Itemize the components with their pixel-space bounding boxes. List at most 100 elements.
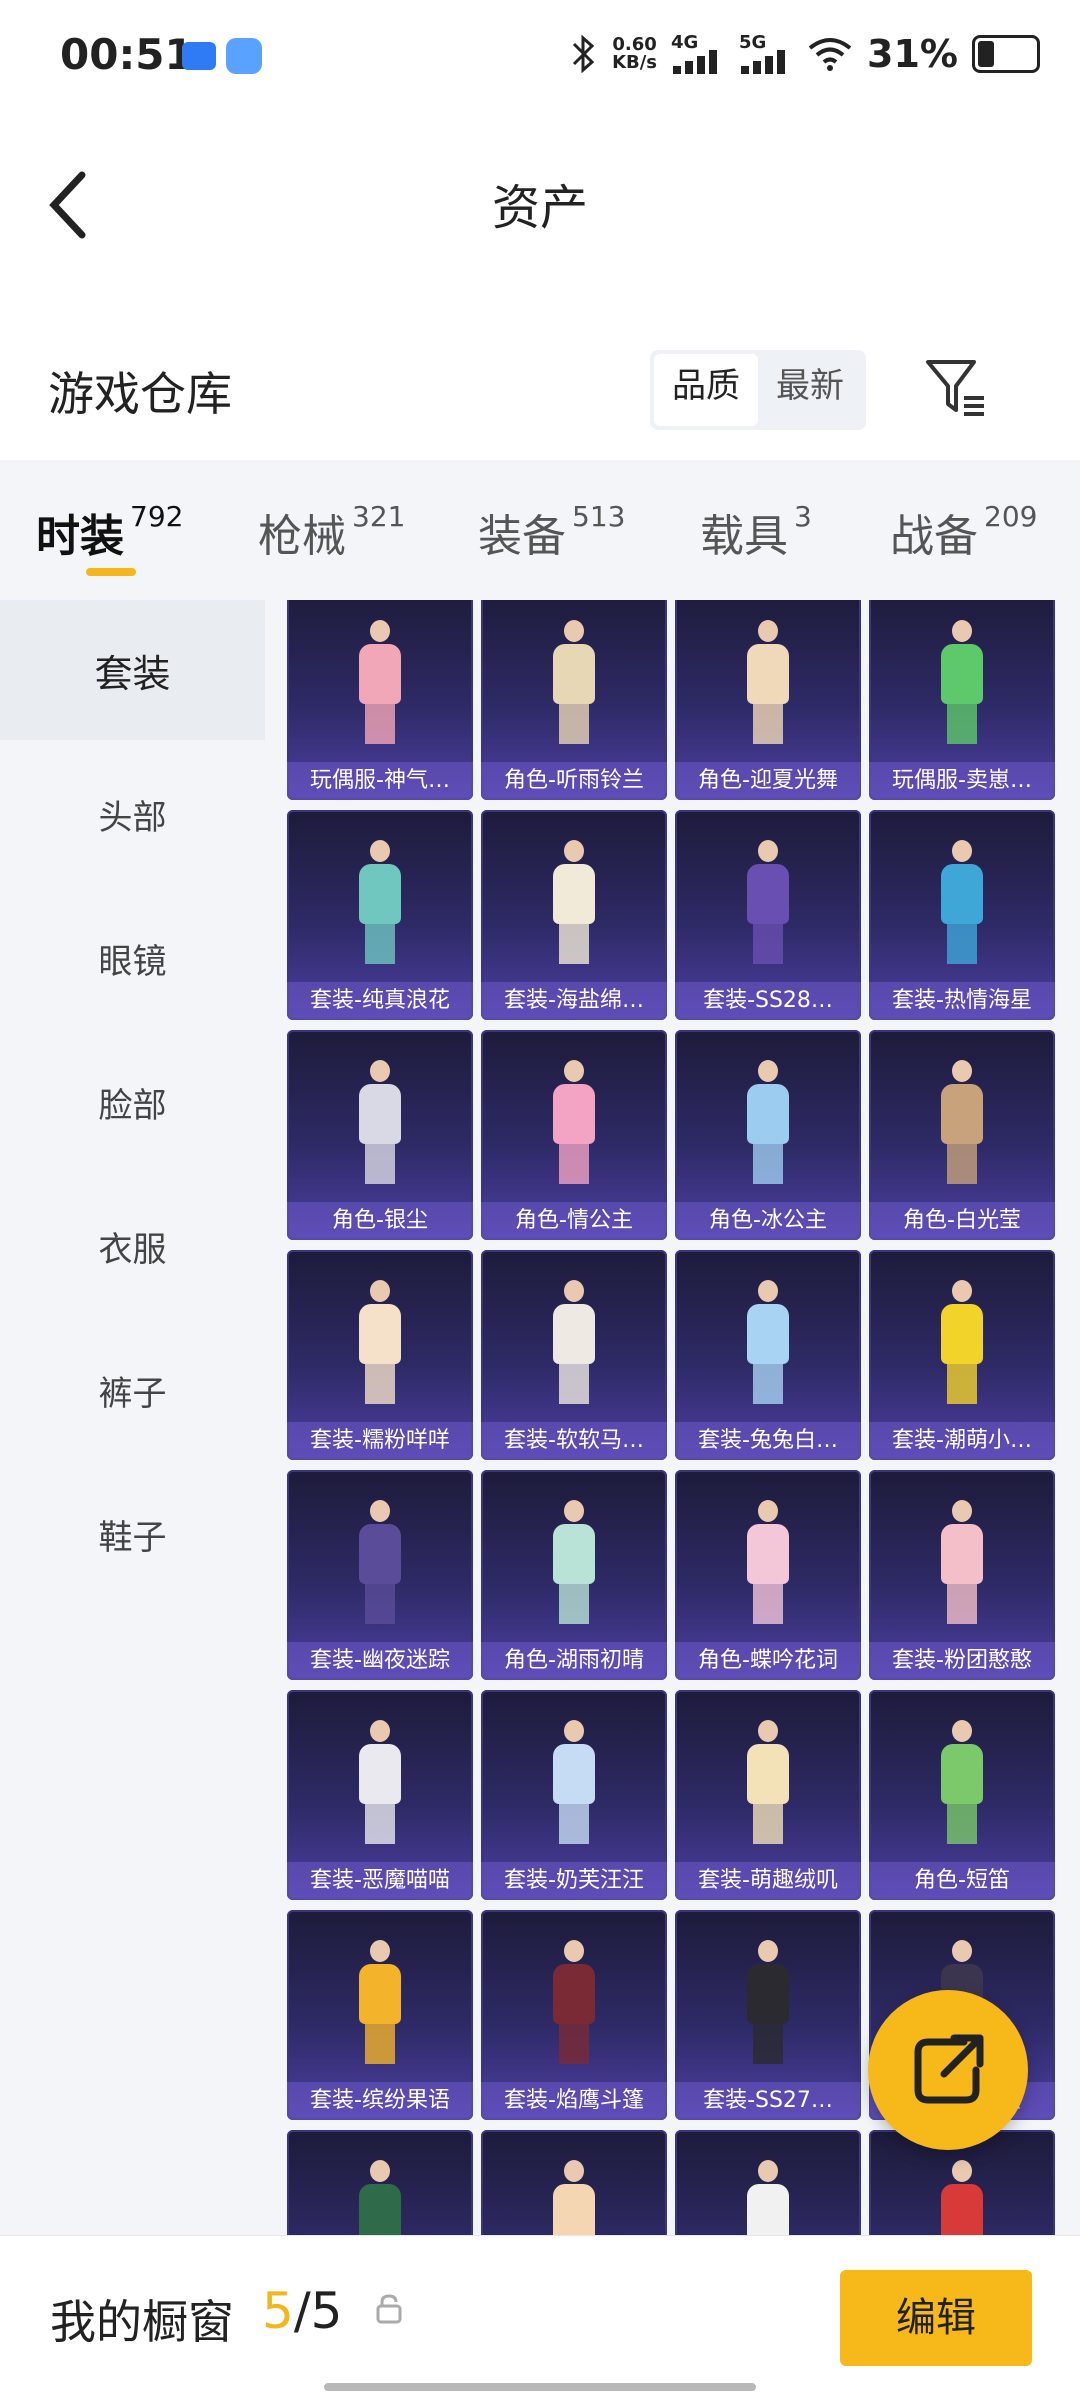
item-card[interactable]: 套装-软软马… xyxy=(481,1250,667,1460)
item-thumbnail xyxy=(539,1940,609,2070)
share-external-icon xyxy=(914,2034,984,2104)
share-button[interactable] xyxy=(868,1990,1028,2150)
item-card[interactable]: 套装-焰鹰斗篷 xyxy=(481,1910,667,2120)
item-card[interactable]: 角色-白光莹 xyxy=(869,1030,1055,1240)
item-thumbnail xyxy=(345,1720,415,1850)
item-card[interactable]: 套装-暖心橘喵 xyxy=(481,2130,667,2240)
item-card[interactable]: 套装-幻羽潜行 xyxy=(287,2130,473,2240)
item-card[interactable]: 套装-幽夜迷踪 xyxy=(287,1470,473,1680)
item-label: 套装-兔兔白… xyxy=(675,1422,861,1460)
item-thumbnail xyxy=(345,1280,415,1410)
item-card[interactable]: 角色-短笛 xyxy=(869,1690,1055,1900)
item-thumbnail xyxy=(733,840,803,970)
item-thumbnail xyxy=(539,620,609,750)
item-card[interactable]: 角色-湖雨初晴 xyxy=(481,1470,667,1680)
item-card[interactable]: 玩偶服-神气… xyxy=(287,600,473,800)
chat-notification-icon xyxy=(182,42,216,70)
item-card[interactable]: 套装-SS28… xyxy=(675,810,861,1020)
item-label: 角色-白光莹 xyxy=(869,1202,1055,1240)
sort-latest-button[interactable]: 最新 xyxy=(758,354,862,426)
tab-equipment[interactable]: 装备 513 xyxy=(478,500,625,564)
sidebar-item-head[interactable]: 头部 xyxy=(0,744,265,884)
item-card[interactable]: 角色-冰公主 xyxy=(675,1030,861,1240)
warehouse-header: 游戏仓库 品质 最新 xyxy=(0,280,1080,460)
item-thumbnail xyxy=(345,620,415,750)
item-label: 角色-蝶吟花词 xyxy=(675,1642,861,1680)
sidebar-item-pants[interactable]: 裤子 xyxy=(0,1320,265,1460)
item-label: 套装-纯真浪花 xyxy=(287,982,473,1020)
tab-vehicles[interactable]: 载具 3 xyxy=(700,500,812,564)
item-card[interactable]: 角色-银尘 xyxy=(287,1030,473,1240)
item-thumbnail xyxy=(539,1060,609,1190)
tab-indicator xyxy=(86,568,136,576)
unlock-icon xyxy=(376,2294,402,2324)
sidebar-item-glasses[interactable]: 眼镜 xyxy=(0,888,265,1028)
item-card[interactable]: 角色-迎夏光舞 xyxy=(675,600,861,800)
edit-button[interactable]: 编辑 xyxy=(840,2270,1032,2366)
wifi-icon xyxy=(808,38,852,71)
filter-icon[interactable] xyxy=(920,352,990,422)
item-card[interactable]: 套装-缤纷果语 xyxy=(287,1910,473,2120)
status-bar: 00:51 0.60 KB/s 4G 5G 31% xyxy=(0,0,1080,110)
item-label: 角色-短笛 xyxy=(869,1862,1055,1900)
item-thumbnail xyxy=(733,1940,803,2070)
item-card[interactable]: 角色-蝶吟花词 xyxy=(675,1470,861,1680)
item-label: 套装-焰鹰斗篷 xyxy=(481,2082,667,2120)
item-label: 套装-奶芙汪汪 xyxy=(481,1862,667,1900)
signal-icon: 5G xyxy=(739,34,793,74)
item-label: 套装-萌趣绒叽 xyxy=(675,1862,861,1900)
sort-quality-button[interactable]: 品质 xyxy=(654,354,758,426)
showcase-bar: 我的橱窗 5/5 编辑 xyxy=(0,2235,1080,2401)
sidebar-item-clothes[interactable]: 衣服 xyxy=(0,1176,265,1316)
item-label: 套装-热情海星 xyxy=(869,982,1055,1020)
item-label: 套装-潮萌小… xyxy=(869,1422,1055,1460)
item-thumbnail xyxy=(539,1720,609,1850)
item-card[interactable]: 玩偶服-卖崽… xyxy=(869,600,1055,800)
sidebar-item-suits[interactable]: 套装 xyxy=(0,600,265,740)
item-card[interactable]: 套装-恶魔喵喵 xyxy=(287,1690,473,1900)
signal-icon: 4G xyxy=(671,34,725,74)
item-card[interactable]: 套装-耀明新星 xyxy=(675,2130,861,2240)
item-card[interactable]: 角色-听雨铃兰 xyxy=(481,600,667,800)
item-thumbnail xyxy=(927,1280,997,1410)
home-indicator xyxy=(324,2383,756,2391)
item-label: 套装-幽夜迷踪 xyxy=(287,1642,473,1680)
showcase-title: 我的橱窗 xyxy=(50,2295,234,2349)
sidebar-item-face[interactable]: 脸部 xyxy=(0,1032,265,1172)
item-label: 套装-SS28… xyxy=(675,982,861,1020)
item-label: 套装-恶魔喵喵 xyxy=(287,1862,473,1900)
tab-guns[interactable]: 枪械 321 xyxy=(258,500,405,564)
item-card[interactable]: 套装-兔兔白… xyxy=(675,1250,861,1460)
item-label: 角色-听雨铃兰 xyxy=(481,762,667,800)
item-card[interactable]: 套装-纯真浪花 xyxy=(287,810,473,1020)
item-thumbnail xyxy=(927,1060,997,1190)
item-thumbnail xyxy=(345,1940,415,2070)
item-card[interactable]: 套装-粉团憨憨 xyxy=(869,1470,1055,1680)
showcase-count: 5/5 xyxy=(262,2282,343,2340)
item-thumbnail xyxy=(733,1060,803,1190)
item-card[interactable]: 套装-糯粉咩咩 xyxy=(287,1250,473,1460)
tab-fashion[interactable]: 时装 792 xyxy=(36,500,183,564)
item-card[interactable]: 套装-海盐绵… xyxy=(481,810,667,1020)
sub-category-sidebar: 套装 头部 眼镜 脸部 衣服 裤子 鞋子 xyxy=(0,600,265,2240)
item-thumbnail xyxy=(539,1500,609,1630)
sidebar-item-shoes[interactable]: 鞋子 xyxy=(0,1464,265,1604)
tab-combat-gear[interactable]: 战备 209 xyxy=(890,500,1037,564)
app-notification-icon xyxy=(226,38,262,74)
item-card[interactable]: 套装-SS27… xyxy=(675,1910,861,2120)
item-thumbnail xyxy=(733,2160,803,2240)
warehouse-title: 游戏仓库 xyxy=(48,367,232,421)
item-label: 套装-SS27… xyxy=(675,2082,861,2120)
item-thumbnail xyxy=(539,840,609,970)
item-card[interactable]: 套装-潮萌小… xyxy=(869,1250,1055,1460)
item-card[interactable]: 套装-萌趣绒叽 xyxy=(675,1690,861,1900)
item-label: 角色-冰公主 xyxy=(675,1202,861,1240)
battery-icon xyxy=(972,35,1040,73)
battery-percent: 31% xyxy=(867,32,958,76)
sort-toggle: 品质 最新 xyxy=(650,350,866,430)
item-card[interactable]: 套装-奶芙汪汪 xyxy=(481,1690,667,1900)
item-thumbnail xyxy=(345,2160,415,2240)
item-card[interactable]: 角色-情公主 xyxy=(481,1030,667,1240)
item-card[interactable]: 套装-热情海星 xyxy=(869,810,1055,1020)
item-label: 角色-迎夏光舞 xyxy=(675,762,861,800)
